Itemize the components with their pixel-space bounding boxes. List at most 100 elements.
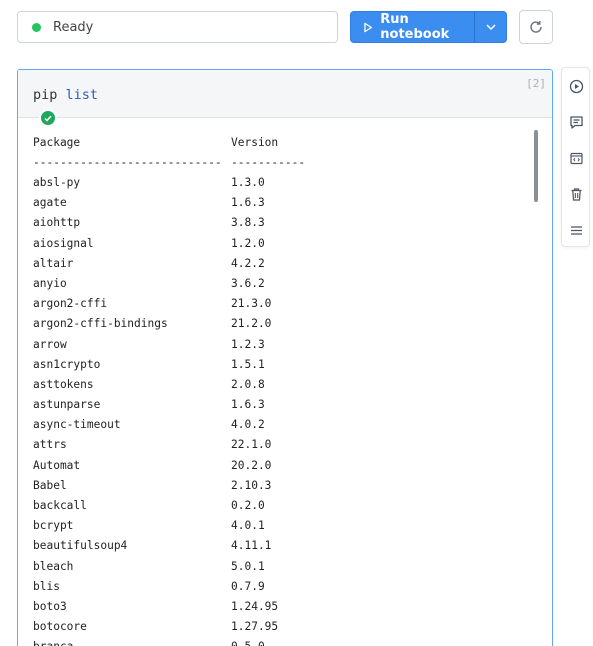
package-version: 0.2.0 (231, 499, 265, 512)
package-name: branca (33, 637, 231, 646)
package-name: argon2-cffi (33, 297, 108, 311)
run-cell-icon[interactable] (567, 77, 585, 95)
package-row: bleach 5.0.1 (33, 557, 552, 577)
package-row: botocore 1.27.95 (33, 617, 552, 637)
code-view-icon[interactable] (567, 149, 585, 167)
package-name: asttokens (33, 377, 94, 391)
package-version: 21.3.0 (231, 297, 272, 311)
package-row: aiosignal 1.2.0 (33, 234, 552, 254)
package-version: 4.0.1 (231, 519, 265, 533)
header-version: Version (231, 136, 279, 149)
chevron-down-icon (485, 24, 496, 30)
code-argument: list (65, 87, 99, 103)
package-row: altair 4.2.2 (33, 254, 552, 274)
cell-status-badge (39, 109, 57, 127)
package-row: agate 1.6.3 (33, 193, 552, 213)
package-row: backcall 0.2.0 (33, 496, 552, 516)
package-version: 22.1.0 (231, 438, 272, 452)
package-name: anyio (33, 276, 67, 290)
package-name: boto3 (33, 599, 67, 613)
package-name: altair (33, 256, 74, 270)
package-version: 3.6.2 (231, 276, 265, 290)
package-row: absl-py 1.3.0 (33, 173, 552, 193)
package-name: botocore (33, 620, 87, 634)
package-name: astunparse (33, 398, 101, 412)
execution-count: [2] (526, 77, 546, 90)
package-name: bleach (33, 559, 74, 573)
package-version: 1.24.95 (231, 599, 279, 613)
refresh-button[interactable] (519, 10, 553, 44)
package-name: async-timeout (33, 418, 121, 432)
package-name: arrow (33, 337, 67, 351)
package-row: blis 0.7.9 (33, 577, 552, 597)
cell-input[interactable]: pip list [2] (18, 70, 552, 118)
refresh-icon (530, 21, 542, 33)
run-notebook-main[interactable]: Run notebook (351, 12, 474, 42)
package-name: attrs (33, 438, 67, 452)
package-version: 3.8.3 (231, 216, 265, 230)
package-name: aiohttp (33, 216, 81, 230)
delete-icon[interactable] (567, 185, 585, 203)
separator-package: ---------------------------- (33, 156, 222, 169)
scrollbar-thumb[interactable] (534, 130, 538, 202)
package-version: 1.27.95 (231, 620, 279, 634)
code-command: pip (33, 87, 58, 103)
package-version: 1.2.3 (231, 337, 265, 351)
separator-version: ----------- (231, 156, 306, 169)
run-notebook-label: Run notebook (380, 12, 450, 42)
package-row: arrow 1.2.3 (33, 335, 552, 355)
package-version: 1.6.3 (231, 398, 265, 412)
cell-side-toolbar (561, 67, 590, 247)
package-name: backcall (33, 499, 87, 512)
package-row: asn1crypto 1.5.1 (33, 355, 552, 375)
run-options-dropdown[interactable] (475, 12, 506, 42)
package-row: bcrypt 4.0.1 (33, 516, 552, 536)
package-version: 4.0.2 (231, 418, 265, 432)
header-package: Package (33, 136, 81, 149)
package-version: 1.2.0 (231, 236, 265, 250)
package-name: blis (33, 579, 60, 593)
package-row: Babel 2.10.3 (33, 476, 552, 496)
package-version: 4.2.2 (231, 256, 265, 270)
package-version: 2.10.3 (231, 478, 272, 492)
package-list: absl-py 1.3.0 agate 1.6.3 aiohttp 3.8.3 aiosig… (33, 173, 552, 646)
run-notebook-button[interactable]: Run notebook (350, 11, 507, 43)
package-row: boto3 1.24.95 (33, 597, 552, 617)
code-line[interactable]: pip list (33, 87, 98, 103)
package-version: 0.5.0 (231, 637, 265, 646)
package-row: branca0.5.0 (33, 637, 552, 646)
package-name: beautifulsoup4 (33, 539, 128, 553)
kernel-status-field: Ready (17, 11, 338, 43)
success-check-icon (41, 111, 55, 125)
package-row: argon2-cffi 21.3.0 (33, 294, 552, 314)
package-row: async-timeout 4.0.2 (33, 415, 552, 435)
package-version: 2.0.8 (231, 377, 265, 391)
comment-icon[interactable] (567, 113, 585, 131)
package-version: 0.7.9 (231, 579, 265, 593)
menu-icon[interactable] (567, 221, 585, 239)
package-row: aiohttp 3.8.3 (33, 213, 552, 233)
output-separator-row: ---------------------------- ----------- (33, 153, 552, 173)
package-version: 5.0.1 (231, 559, 265, 573)
package-name: bcrypt (33, 519, 74, 533)
package-version: 1.6.3 (231, 196, 265, 210)
package-row: beautifulsoup4 4.11.1 (33, 536, 552, 556)
output-header-row: Package Version (33, 133, 552, 153)
package-row: astunparse 1.6.3 (33, 395, 552, 415)
package-row: anyio 3.6.2 (33, 274, 552, 294)
package-name: Automat (33, 458, 81, 472)
package-row: asttokens 2.0.8 (33, 375, 552, 395)
package-name: argon2-cffi-bindings (33, 317, 168, 331)
package-version: 1.3.0 (231, 176, 265, 189)
play-icon (364, 22, 372, 32)
notebook-cell[interactable]: pip list [2] Package Version -----------… (17, 69, 553, 646)
cell-output: Package Version ------------------------… (18, 118, 552, 646)
package-name: absl-py (33, 176, 81, 189)
status-indicator-dot (32, 22, 41, 32)
package-version: 4.11.1 (231, 539, 272, 553)
package-row: Automat 20.2.0 (33, 456, 552, 476)
output-scrollbar[interactable] (534, 130, 538, 646)
package-version: 1.5.1 (231, 357, 265, 371)
package-row: attrs 22.1.0 (33, 435, 552, 455)
package-row: argon2-cffi-bindings 21.2.0 (33, 314, 552, 334)
